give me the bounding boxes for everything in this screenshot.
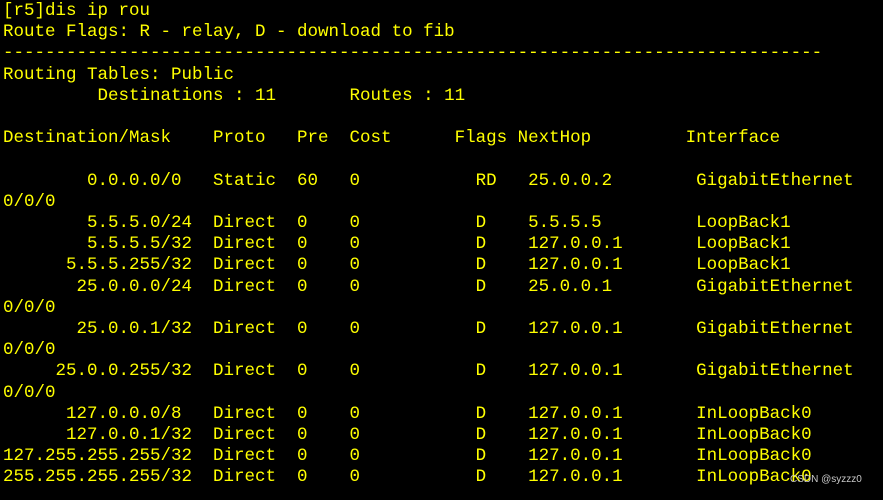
terminal-line: 5.5.5.0/24 Direct 0 0 D 5.5.5.5 LoopBack… xyxy=(3,213,791,233)
terminal-window[interactable]: [r5]dis ip rou Route Flags: R - relay, D … xyxy=(0,0,883,500)
terminal-line: 0/0/0 xyxy=(3,191,56,212)
terminal-line: [r5]dis ip rou xyxy=(3,1,151,21)
terminal-line: 255.255.255.255/32 Direct 0 0 D 127.0.0.… xyxy=(3,467,812,488)
terminal-line: 127.0.0.1/32 Direct 0 0 D 127.0.0.1 InLo… xyxy=(3,425,812,445)
terminal-line: Destinations : 11 Routes : 11 xyxy=(3,85,466,106)
terminal-line: Route Flags: R - relay, D - download to … xyxy=(3,22,455,43)
terminal-line: ----------------------------------------… xyxy=(3,43,823,64)
terminal-line: Routing Tables: Public xyxy=(3,64,235,85)
terminal-line: 127.0.0.0/8 Direct 0 0 D 127.0.0.1 InLoo… xyxy=(3,403,812,424)
terminal-line: 25.0.0.255/32 Direct 0 0 D 127.0.0.1 Gig… xyxy=(3,361,854,382)
watermark-label: CSDN @syzzz0 xyxy=(790,474,862,485)
terminal-line: 5.5.5.255/32 Direct 0 0 D 127.0.0.1 Loop… xyxy=(3,255,791,276)
terminal-line: 0/0/0 xyxy=(3,297,56,318)
terminal-line: 0/0/0 xyxy=(3,340,56,361)
terminal-line: 25.0.0.1/32 Direct 0 0 D 127.0.0.1 Gigab… xyxy=(3,319,854,339)
terminal-line: 127.255.255.255/32 Direct 0 0 D 127.0.0.… xyxy=(3,446,812,467)
terminal-line: 0.0.0.0/0 Static 60 0 RD 25.0.0.2 Gigabi… xyxy=(3,170,854,191)
terminal-line: 0/0/0 xyxy=(3,382,56,403)
terminal-line: 25.0.0.0/24 Direct 0 0 D 25.0.0.1 Gigabi… xyxy=(3,276,854,297)
terminal-line: 5.5.5.5/32 Direct 0 0 D 127.0.0.1 LoopBa… xyxy=(3,234,791,255)
terminal-line: Destination/Mask Proto Pre Cost Flags Ne… xyxy=(3,128,781,149)
